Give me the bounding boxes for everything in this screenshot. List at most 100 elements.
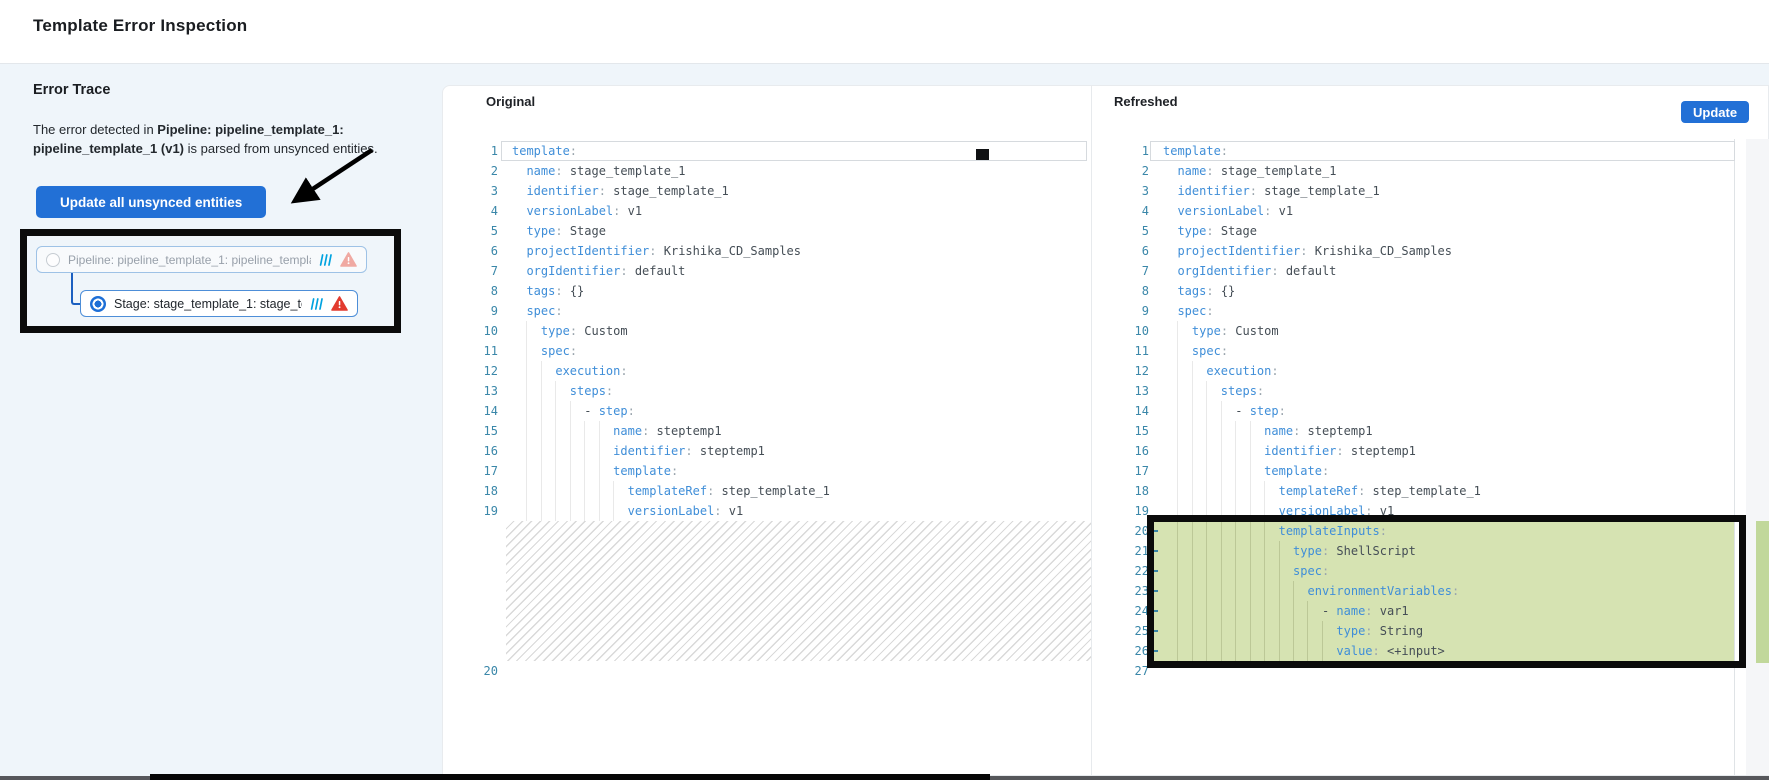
line-number: 20 [1092, 521, 1149, 541]
indent-guide [1192, 481, 1193, 501]
code-line: 13 steps: [443, 381, 1091, 401]
code-line: 18 templateRef: step_template_1 [1092, 481, 1769, 501]
indent-guide [1177, 481, 1178, 501]
original-code-editor[interactable]: 1template:2 name: stage_template_13 iden… [443, 141, 1091, 681]
update-button[interactable]: Update [1681, 101, 1749, 123]
indent-guide [1264, 521, 1265, 541]
indent-guide [1206, 581, 1207, 601]
code-line: 7 orgIdentifier: default [1092, 261, 1769, 281]
indent-guide [570, 461, 571, 481]
code-line: 5 type: Stage [1092, 221, 1769, 241]
code-line: 3 identifier: stage_template_1 [443, 181, 1091, 201]
line-number: 19 [1092, 501, 1149, 521]
pipeline-radio[interactable] [46, 253, 60, 267]
stage-radio[interactable] [90, 296, 106, 312]
indent-guide [1264, 481, 1265, 501]
code-line: 7 orgIdentifier: default [443, 261, 1091, 281]
added-line-marker [1151, 610, 1158, 612]
indent-guide [1307, 641, 1308, 661]
indent-guide [1279, 601, 1280, 621]
indent-guide [1206, 521, 1207, 541]
bottom-edge-black-bar [150, 774, 990, 780]
code-line: 2 name: stage_template_1 [443, 161, 1091, 181]
indent-guide [599, 441, 600, 461]
indent-guide [1192, 461, 1193, 481]
line-number: 24 [1092, 601, 1149, 621]
code-line: 5 type: Stage [443, 221, 1091, 241]
indent-guide [1307, 601, 1308, 621]
indent-guide [1206, 641, 1207, 661]
error-icon [331, 296, 348, 311]
indent-guide [1177, 561, 1178, 581]
indent-guide [526, 461, 527, 481]
indent-guide [1206, 601, 1207, 621]
indent-guide [1235, 521, 1236, 541]
line-number: 6 [1092, 241, 1149, 261]
code-line: 2 name: stage_template_1 [1092, 161, 1769, 181]
line-number: 14 [443, 401, 498, 421]
line-number: 15 [443, 421, 498, 441]
line-number: 9 [1092, 301, 1149, 321]
indent-guide [1192, 421, 1193, 441]
indent-guide [541, 441, 542, 461]
line-number: 8 [443, 281, 498, 301]
indent-guide [584, 501, 585, 521]
code-line: 9 spec: [1092, 301, 1769, 321]
line-number: 6 [443, 241, 498, 261]
code-line: 22 spec: [1092, 561, 1769, 581]
line-number: 16 [443, 441, 498, 461]
indent-guide [1235, 581, 1236, 601]
indent-guide [1192, 401, 1193, 421]
indent-guide [1206, 381, 1207, 401]
error-description-prefix: The error detected in [33, 122, 157, 137]
refreshed-code-editor[interactable]: 1template:2 name: stage_template_13 iden… [1092, 141, 1769, 681]
update-all-unsynced-button[interactable]: Update all unsynced entities [36, 186, 266, 218]
code-line: 6 projectIdentifier: Krishika_CD_Samples [443, 241, 1091, 261]
indent-guide [1192, 621, 1193, 641]
indent-guide [1206, 541, 1207, 561]
indent-guide [1264, 621, 1265, 641]
indent-guide [1177, 541, 1178, 561]
indent-guide [584, 421, 585, 441]
indent-guide [1250, 621, 1251, 641]
indent-guide [1177, 621, 1178, 641]
line-number: 10 [1092, 321, 1149, 341]
line-number: 14 [1092, 401, 1149, 421]
indent-guide [1221, 641, 1222, 661]
indent-guide [1322, 641, 1323, 661]
indent-guide [526, 381, 527, 401]
indent-guide [1235, 421, 1236, 441]
code-line: 4 versionLabel: v1 [1092, 201, 1769, 221]
tree-item-stage[interactable]: Stage: stage_template_1: stage_templat..… [80, 290, 358, 317]
code-line: 9 spec: [443, 301, 1091, 321]
indent-guide [1235, 541, 1236, 561]
stage-label: Stage: stage_template_1: stage_templat..… [114, 297, 302, 311]
code-line: 14 - step: [1092, 401, 1769, 421]
line-number: 21 [1092, 541, 1149, 561]
indent-guide [1221, 461, 1222, 481]
code-line: 1template: [443, 141, 1091, 161]
code-line: 25 type: String [1092, 621, 1769, 641]
indent-guide [555, 401, 556, 421]
indent-guide [1221, 441, 1222, 461]
indent-guide [1206, 401, 1207, 421]
code-line: 11 spec: [1092, 341, 1769, 361]
indent-guide [526, 501, 527, 521]
code-line: 8 tags: {} [1092, 281, 1769, 301]
indent-guide [570, 501, 571, 521]
line-number: 18 [1092, 481, 1149, 501]
indent-guide [1264, 501, 1265, 521]
line-number: 13 [443, 381, 498, 401]
line-number: 4 [443, 201, 498, 221]
line-number: 1 [443, 141, 498, 161]
indent-guide [1250, 521, 1251, 541]
code-line: 18 templateRef: step_template_1 [443, 481, 1091, 501]
code-line: 21 type: ShellScript [1092, 541, 1769, 561]
indent-guide [1221, 481, 1222, 501]
code-line: 20 [443, 661, 1091, 681]
tree-item-pipeline[interactable]: Pipeline: pipeline_template_1: pipeline_… [36, 246, 367, 273]
indent-guide [1206, 421, 1207, 441]
indent-guide [1177, 581, 1178, 601]
added-line-marker [1151, 630, 1158, 632]
added-line-marker [1151, 570, 1158, 572]
